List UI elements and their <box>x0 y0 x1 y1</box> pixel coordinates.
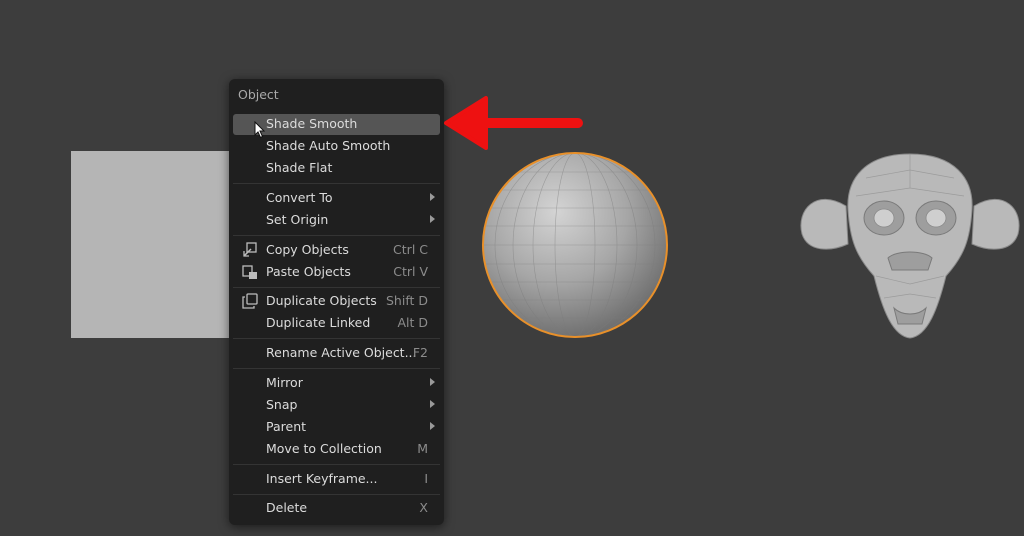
menu-item-delete[interactable]: Delete X <box>233 498 440 519</box>
menu-item-shortcut: Ctrl V <box>393 264 428 279</box>
menu-item-label: Duplicate Objects <box>266 293 377 308</box>
menu-item-label: Parent <box>266 419 307 434</box>
menu-item-shade-flat[interactable]: Shade Flat <box>233 158 440 179</box>
menu-item-label: Shade Flat <box>266 160 333 175</box>
menu-item-label: Set Origin <box>266 212 329 227</box>
monkey-object[interactable] <box>796 148 1024 342</box>
menu-separator <box>233 183 440 184</box>
menu-item-label: Copy Objects <box>266 242 349 257</box>
menu-item-convert-to[interactable]: Convert To <box>233 188 440 209</box>
menu-item-label: Delete <box>266 500 308 515</box>
menu-item-label: Insert Keyframe... <box>266 471 378 486</box>
menu-item-mirror[interactable]: Mirror <box>233 373 440 394</box>
submenu-arrow-icon <box>430 215 435 223</box>
menu-title: Object <box>238 87 279 102</box>
menu-item-label: Shade Auto Smooth <box>266 138 391 153</box>
object-context-menu: Object Shade Smooth Shade Auto Smooth Sh… <box>229 79 444 525</box>
menu-item-shortcut: Shift D <box>385 293 428 308</box>
menu-separator <box>233 494 440 495</box>
submenu-arrow-icon <box>430 193 435 201</box>
menu-item-parent[interactable]: Parent <box>233 417 440 438</box>
menu-item-paste-objects[interactable]: Paste Objects Ctrl V <box>233 262 440 283</box>
menu-separator <box>233 338 440 339</box>
menu-item-label: Convert To <box>266 190 333 205</box>
submenu-arrow-icon <box>430 378 435 386</box>
menu-item-shade-auto-smooth[interactable]: Shade Auto Smooth <box>233 136 440 157</box>
3d-viewport[interactable] <box>0 0 1024 536</box>
menu-item-rename-active-object[interactable]: Rename Active Object... F2 <box>233 343 440 364</box>
menu-item-copy-objects[interactable]: Copy Objects Ctrl C <box>233 240 440 261</box>
menu-separator <box>233 464 440 465</box>
submenu-arrow-icon <box>430 422 435 430</box>
menu-item-label: Rename Active Object... <box>266 345 417 360</box>
sphere-object[interactable] <box>480 150 670 340</box>
menu-item-duplicate-objects[interactable]: Duplicate Objects Shift D <box>233 291 440 312</box>
menu-separator <box>233 287 440 288</box>
menu-separator <box>233 235 440 236</box>
menu-item-label: Shade Smooth <box>266 116 358 131</box>
menu-item-insert-keyframe[interactable]: Insert Keyframe... I <box>233 469 440 490</box>
menu-item-set-origin[interactable]: Set Origin <box>233 210 440 231</box>
menu-item-label: Duplicate Linked <box>266 315 371 330</box>
menu-item-label: Move to Collection <box>266 441 382 456</box>
mouse-cursor-icon <box>254 121 266 139</box>
duplicate-icon <box>242 293 258 309</box>
menu-item-shortcut: I <box>424 471 428 486</box>
menu-item-label: Mirror <box>266 375 303 390</box>
menu-separator <box>233 368 440 369</box>
menu-item-shortcut: M <box>417 441 428 456</box>
menu-item-shortcut: Alt D <box>397 315 428 330</box>
plane-object[interactable] <box>71 151 241 338</box>
copy-icon <box>243 242 257 257</box>
menu-item-shortcut: Ctrl C <box>393 242 428 257</box>
menu-item-move-to-collection[interactable]: Move to Collection M <box>233 439 440 460</box>
menu-item-shortcut: X <box>419 500 428 515</box>
menu-item-duplicate-linked[interactable]: Duplicate Linked Alt D <box>233 313 440 334</box>
red-arrow-annotation <box>444 96 583 150</box>
menu-item-snap[interactable]: Snap <box>233 395 440 416</box>
paste-icon <box>242 265 257 279</box>
submenu-arrow-icon <box>430 400 435 408</box>
menu-item-label: Paste Objects <box>266 264 351 279</box>
menu-item-label: Snap <box>266 397 298 412</box>
menu-item-shortcut: F2 <box>412 345 428 360</box>
